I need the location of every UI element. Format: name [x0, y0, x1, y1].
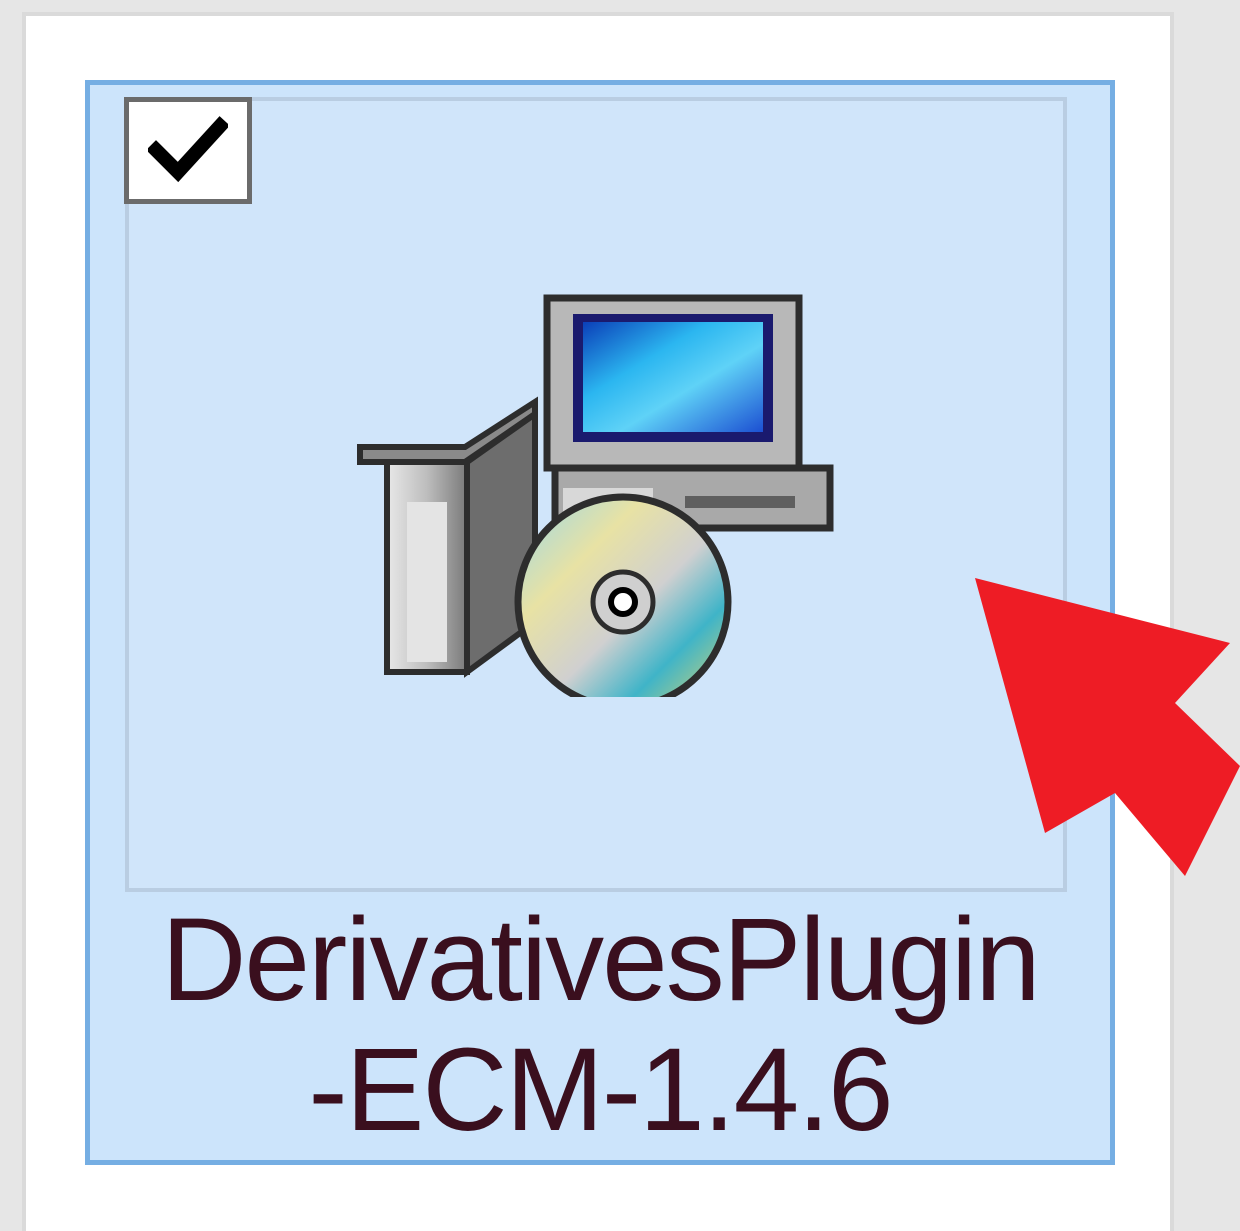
file-name-line-2: -ECM-1.4.6: [308, 1024, 893, 1156]
red-arrow-pointer-icon: [975, 578, 1240, 876]
item-checkbox[interactable]: [124, 97, 252, 204]
installer-package-icon[interactable]: [355, 292, 835, 697]
file-name-label[interactable]: DerivativesPlugin -ECM-1.4.6: [95, 895, 1105, 1155]
checkmark-icon: [148, 115, 228, 182]
file-name-line-1: DerivativesPlugin: [161, 894, 1041, 1026]
